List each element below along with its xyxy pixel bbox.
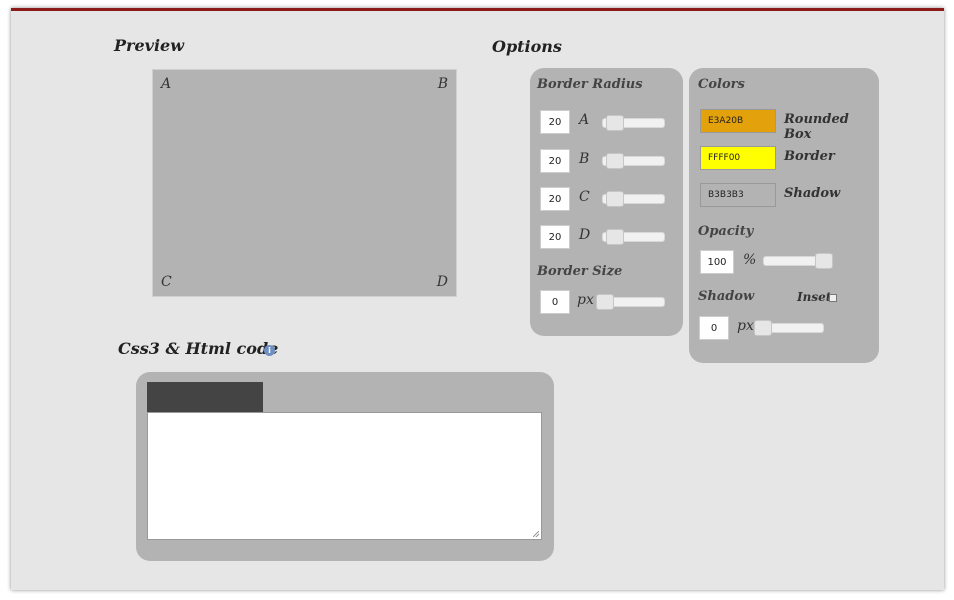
page: Preview A B C D Options Border Radius 20… (11, 8, 944, 590)
radius-a-label: A (579, 112, 590, 128)
shadow-slider-handle[interactable] (754, 320, 772, 336)
preview-corner-d: D (436, 274, 448, 290)
shadow-color-input[interactable]: B3B3B3 (700, 183, 776, 207)
radius-d-label: D (579, 227, 591, 243)
radius-c-label: C (579, 189, 590, 205)
opacity-input[interactable]: 100 (700, 250, 734, 274)
info-icon[interactable]: i (264, 345, 275, 356)
border-size-slider-handle[interactable] (596, 294, 614, 310)
shadow-color-label: Shadow (784, 186, 841, 201)
shadow-unit: px (737, 318, 754, 334)
rounded-box-color-label: Rounded Box (784, 112, 849, 142)
options-title: Options (492, 37, 562, 56)
preview-corner-c: C (161, 274, 172, 290)
preview-corner-a: A (161, 76, 172, 92)
radius-b-slider-handle[interactable] (606, 153, 624, 169)
code-title: Css3 & Html code (118, 339, 279, 358)
border-size-input[interactable]: 0 (540, 290, 570, 314)
shadow-input[interactable]: 0 (699, 316, 729, 340)
opacity-unit: % (743, 252, 757, 268)
radius-a-input[interactable]: 20 (540, 110, 570, 134)
radius-c-slider-handle[interactable] (606, 191, 624, 207)
opacity-slider-handle[interactable] (815, 253, 833, 269)
border-size-unit: px (577, 292, 594, 308)
border-radius-panel: Border Radius 20 A 20 B 20 C 20 D Border… (530, 68, 683, 336)
radius-c-input[interactable]: 20 (540, 187, 570, 211)
shadow-title: Shadow (698, 289, 755, 304)
code-textarea[interactable] (147, 412, 542, 540)
rounded-box-color-input[interactable]: E3A20B (700, 109, 776, 133)
code-panel (136, 372, 554, 561)
colors-title: Colors (698, 77, 745, 92)
top-accent-bar (11, 8, 944, 11)
code-tab[interactable] (147, 382, 263, 414)
inset-label: Inset (797, 290, 832, 304)
resize-grip-icon[interactable] (533, 531, 539, 537)
border-color-label: Border (784, 149, 835, 164)
colors-panel: Colors E3A20B Rounded Box FFFF00 Border … (689, 68, 879, 363)
opacity-title: Opacity (698, 224, 754, 239)
preview-box: A B C D (152, 69, 457, 297)
border-radius-title: Border Radius (537, 77, 643, 92)
border-size-title: Border Size (537, 264, 623, 279)
radius-d-input[interactable]: 20 (540, 225, 570, 249)
radius-d-slider-handle[interactable] (606, 229, 624, 245)
preview-title: Preview (114, 36, 184, 55)
radius-b-label: B (579, 151, 590, 167)
inset-checkbox[interactable] (829, 294, 837, 302)
radius-b-input[interactable]: 20 (540, 149, 570, 173)
radius-a-slider-handle[interactable] (606, 115, 624, 131)
border-color-input[interactable]: FFFF00 (700, 146, 776, 170)
preview-corner-b: B (437, 76, 448, 92)
